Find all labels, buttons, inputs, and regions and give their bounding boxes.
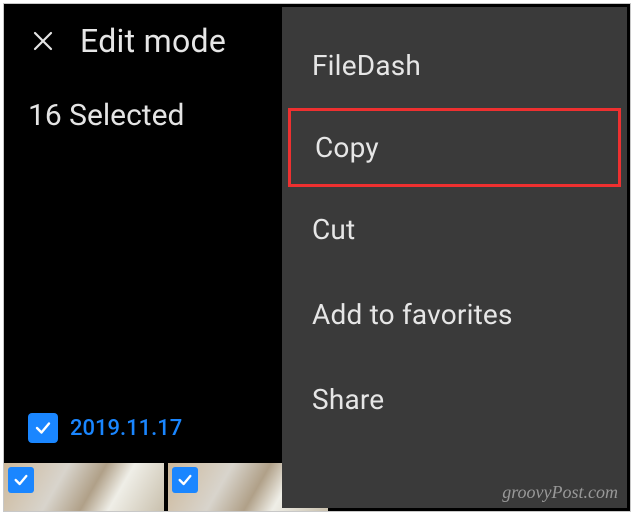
context-menu: FileDash Copy Cut Add to favorites Share	[282, 7, 627, 508]
check-icon	[8, 467, 34, 493]
date-label: 2019.11.17	[70, 416, 182, 441]
menu-item-cut[interactable]: Cut	[282, 187, 627, 272]
menu-item-add-to-favorites[interactable]: Add to favorites	[282, 272, 627, 357]
menu-item-share[interactable]: Share	[282, 357, 627, 442]
selection-count: 16 Selected	[28, 98, 184, 133]
close-icon[interactable]	[28, 26, 58, 56]
checkbox-icon[interactable]	[28, 413, 58, 443]
thumbnail-row	[4, 463, 328, 511]
app-frame: Edit mode 16 Selected 2019.11.17	[3, 3, 631, 512]
menu-item-filedash[interactable]: FileDash	[282, 23, 627, 108]
page-title: Edit mode	[80, 22, 226, 60]
date-group[interactable]: 2019.11.17	[28, 413, 182, 443]
menu-item-copy[interactable]: Copy	[288, 108, 621, 187]
check-icon	[172, 467, 198, 493]
thumbnail[interactable]	[4, 463, 164, 511]
